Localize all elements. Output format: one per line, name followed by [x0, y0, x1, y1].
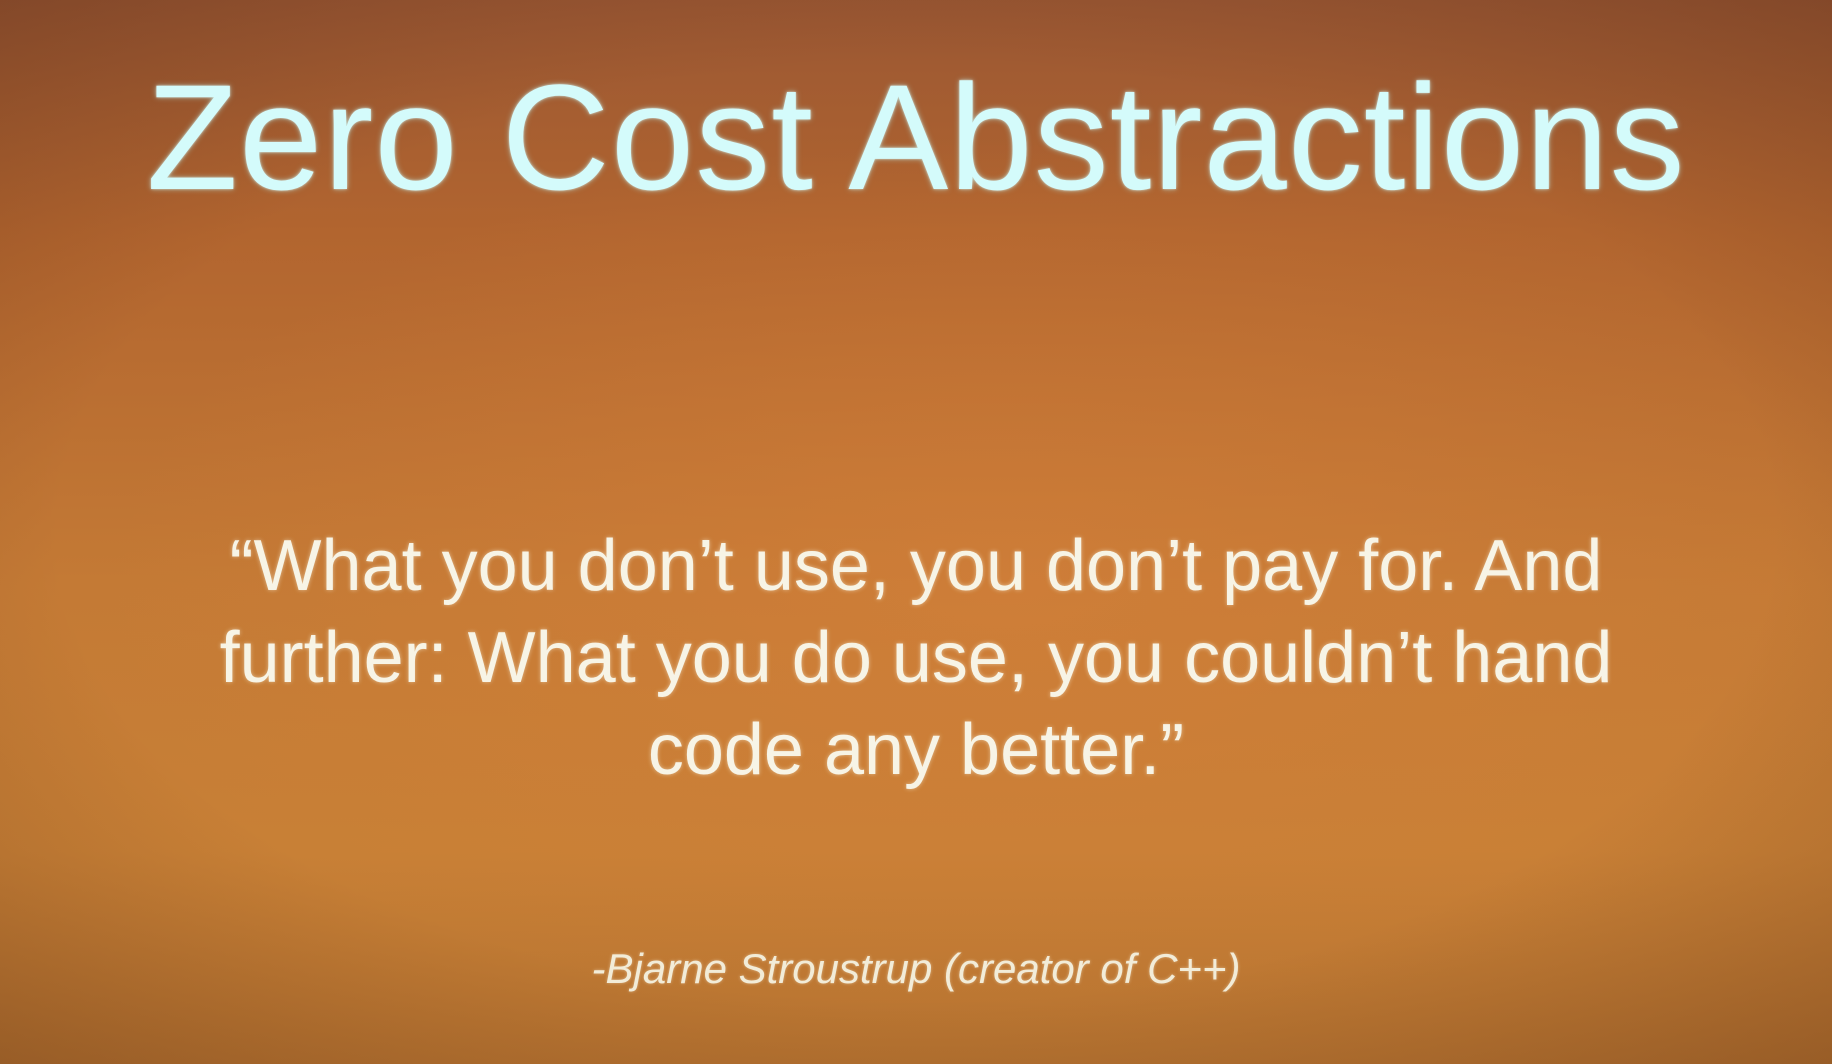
slide-title: Zero Cost Abstractions	[146, 53, 1686, 221]
quote-attribution: -Bjarne Stroustrup (creator of C++)	[591, 945, 1241, 992]
quote-line-2: further: What you do use, you couldn’t h…	[219, 618, 1613, 698]
quote-block: “What you don’t use, you don’t pay for. …	[0, 520, 1832, 796]
quote-line-3: code any better.”	[647, 710, 1185, 790]
quote-line-1: “What you don’t use, you don’t pay for. …	[229, 526, 1603, 606]
